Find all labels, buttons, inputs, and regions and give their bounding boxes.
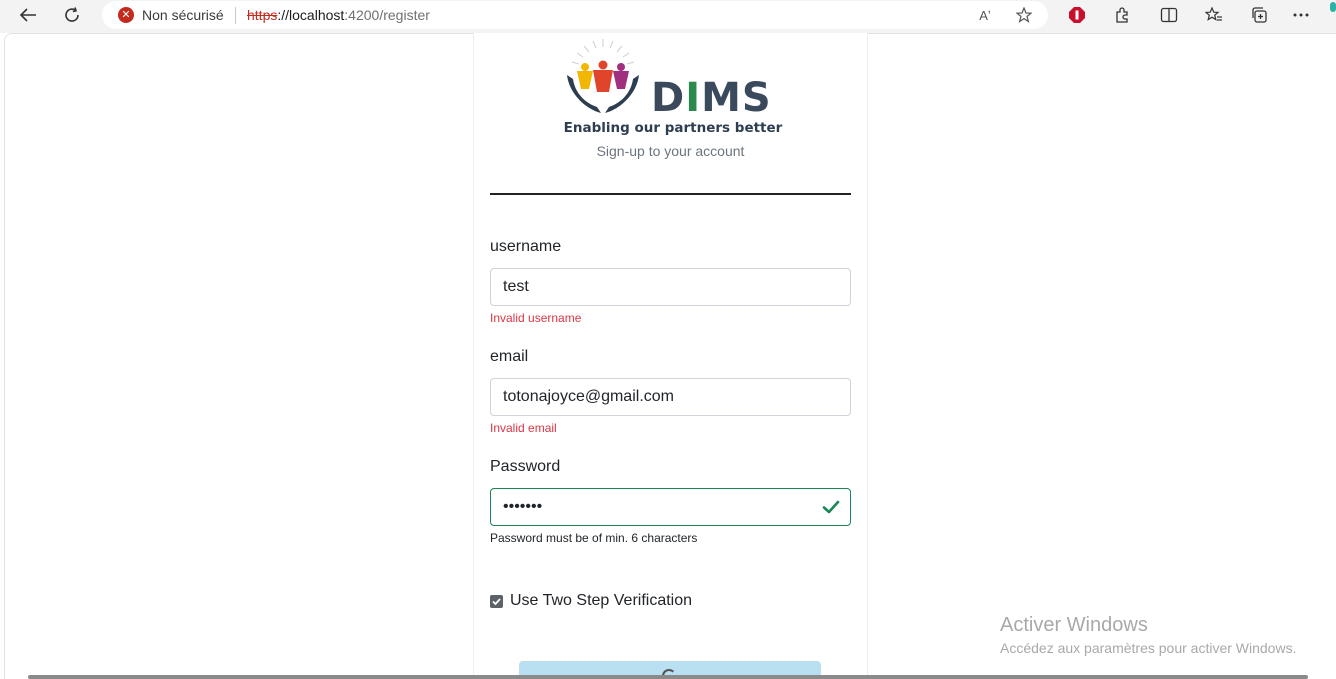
form-divider [490,193,851,195]
windows-activation-title: Activer Windows [1000,614,1148,636]
not-secure-icon[interactable]: ✕ [118,7,134,23]
copilot-icon[interactable] [1330,2,1336,12]
two-step-checkbox[interactable] [490,595,503,608]
back-icon[interactable] [14,3,42,27]
extensions-icon[interactable] [1110,4,1134,26]
logo-tagline: Enabling our partners better [564,120,783,136]
password-label: Password [490,458,561,475]
username-label: username [490,238,562,255]
svg-text:DIMS: DIMS [651,75,772,121]
password-hint: Password must be of min. 6 characters [490,531,698,545]
url-text[interactable]: https://localhost:4200/register [247,7,430,23]
address-separator [235,7,236,24]
more-options-icon[interactable] [1289,4,1313,26]
checkmark-icon [492,598,501,606]
username-error: Invalid username [490,311,582,325]
username-input[interactable]: test [490,268,851,306]
valid-check-icon [822,500,840,514]
windows-activation-subtitle: Accédez aux paramètres pour activer Wind… [1000,640,1297,656]
read-aloud-glyph: Aʼ [979,7,991,23]
dims-logo: DIMS Enabling our partners better [563,37,783,137]
adblock-extension-icon[interactable] [1065,4,1089,26]
email-input[interactable]: totonajoyce@gmail.com [490,378,851,416]
two-step-label[interactable]: Use Two Step Verification [510,592,692,610]
email-label: email [490,348,529,365]
address-bar[interactable]: ✕ Non sécurisé https://localhost:4200/re… [102,1,1048,29]
favorites-icon[interactable] [1202,4,1226,26]
horizontal-scrollbar[interactable] [28,675,1308,679]
page-subtitle: Sign-up to your account [596,143,745,159]
split-screen-icon[interactable] [1157,4,1181,26]
url-scheme: https [247,7,278,23]
browser-toolbar: ✕ Non sécurisé https://localhost:4200/re… [0,0,1336,33]
refresh-icon[interactable] [58,3,86,27]
password-input[interactable]: ••••••• [490,488,851,526]
url-host: ://localhost [277,7,345,23]
favorite-star-icon[interactable] [1013,5,1035,25]
email-error: Invalid email [490,421,557,435]
security-label[interactable]: Non sécurisé [142,7,224,23]
url-path: :4200/register [344,7,430,23]
read-aloud-icon[interactable]: Aʼ [974,5,996,25]
collections-icon[interactable] [1247,4,1271,26]
